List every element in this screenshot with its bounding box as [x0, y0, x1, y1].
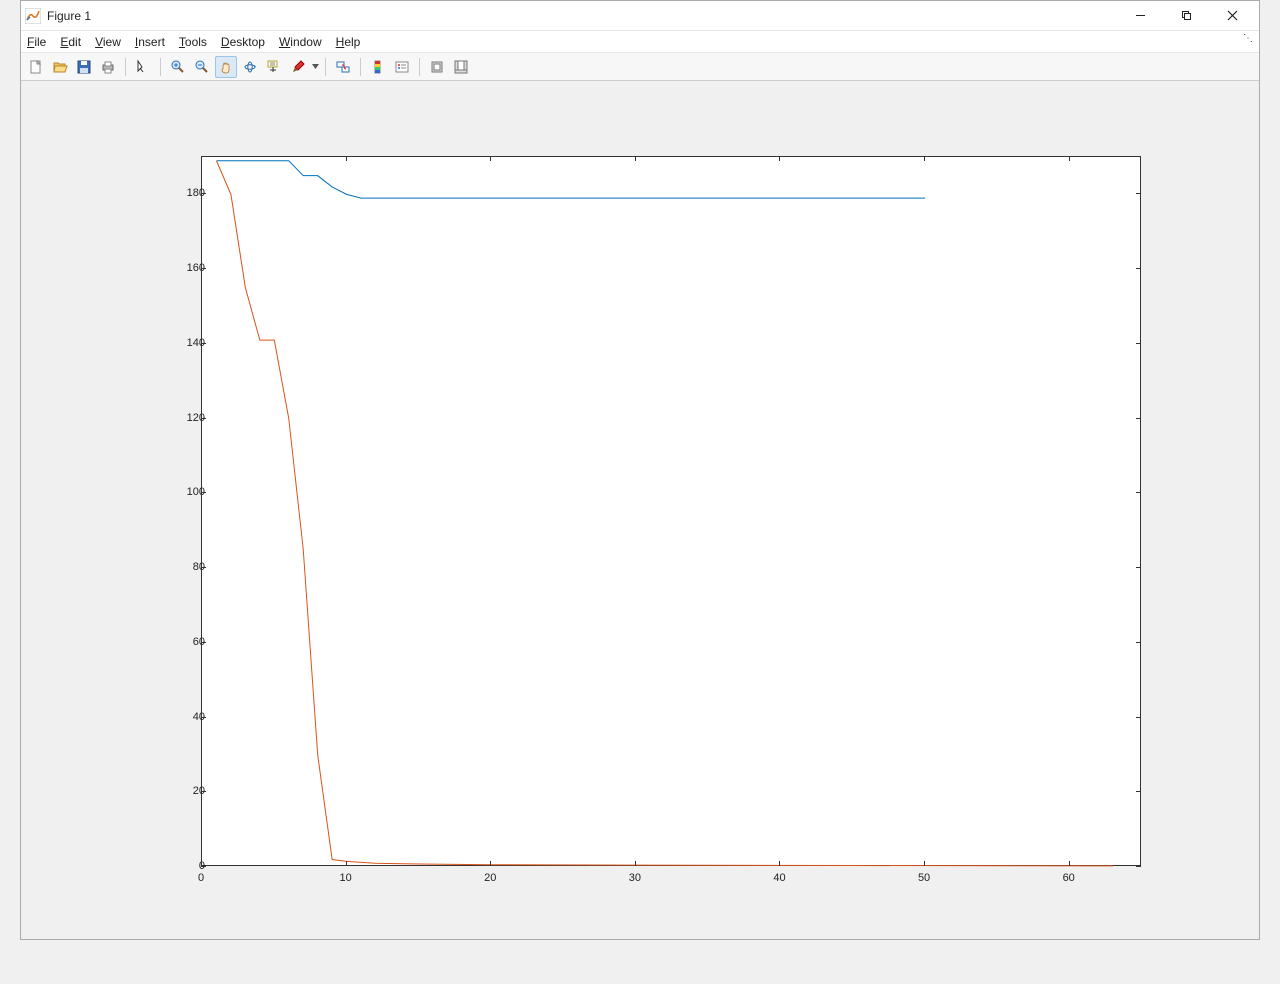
- menu-overflow-icon[interactable]: ⋱: [1243, 33, 1253, 44]
- y-tick: [1136, 567, 1141, 568]
- y-tick: [201, 193, 206, 194]
- y-tick-label: 100: [165, 486, 205, 498]
- plot-lines: [202, 157, 1142, 867]
- menu-desktop[interactable]: Desktop: [221, 35, 265, 49]
- titlebar: Figure 1: [21, 1, 1259, 31]
- y-tick: [1136, 866, 1141, 867]
- zoom-in-button[interactable]: [167, 56, 189, 78]
- y-tick: [201, 791, 206, 792]
- edit-plot-button[interactable]: [132, 56, 154, 78]
- x-tick: [779, 156, 780, 161]
- x-tick-label: 20: [484, 872, 496, 884]
- data-cursor-button[interactable]: [263, 56, 285, 78]
- menu-tools[interactable]: Tools: [179, 35, 207, 49]
- menu-view[interactable]: View: [95, 35, 121, 49]
- y-tick: [201, 567, 206, 568]
- y-tick: [201, 717, 206, 718]
- x-tick: [490, 156, 491, 161]
- toolbar-separator: [325, 58, 326, 76]
- brush-button[interactable]: [287, 56, 309, 78]
- y-tick-label: 40: [165, 711, 205, 723]
- rotate-button[interactable]: [239, 56, 261, 78]
- pan-button[interactable]: [215, 56, 237, 78]
- menu-insert[interactable]: Insert: [135, 35, 165, 49]
- toolbar-separator: [160, 58, 161, 76]
- y-tick: [1136, 268, 1141, 269]
- minimize-button[interactable]: [1117, 1, 1163, 31]
- x-tick-label: 0: [198, 872, 204, 884]
- toolbar-separator: [419, 58, 420, 76]
- y-tick-label: 160: [165, 262, 205, 274]
- menu-file[interactable]: File: [27, 35, 46, 49]
- show-tools-button[interactable]: [450, 56, 472, 78]
- y-tick-label: 60: [165, 636, 205, 648]
- menu-window[interactable]: Window: [279, 35, 322, 49]
- toolbar: [21, 53, 1259, 81]
- axes-container: 0 20 40 60 80 100 120 140 160 180 0 10 20 30 40 50 60: [151, 146, 1151, 926]
- link-plot-button[interactable]: [332, 56, 354, 78]
- x-tick: [346, 156, 347, 161]
- y-tick-label: 140: [165, 337, 205, 349]
- y-tick: [1136, 717, 1141, 718]
- y-tick-label: 180: [165, 187, 205, 199]
- x-tick: [635, 861, 636, 866]
- y-tick: [201, 418, 206, 419]
- brush-dropdown[interactable]: [311, 64, 319, 69]
- x-tick: [635, 156, 636, 161]
- close-button[interactable]: [1209, 1, 1255, 31]
- x-tick-label: 60: [1063, 872, 1075, 884]
- y-tick-label: 0: [165, 860, 205, 872]
- plot-area[interactable]: 0 20 40 60 80 100 120 140 160 180 0 10 20 30 40 50 60: [21, 81, 1259, 939]
- maximize-button[interactable]: [1163, 1, 1209, 31]
- x-tick: [924, 156, 925, 161]
- y-tick: [1136, 343, 1141, 344]
- menu-edit[interactable]: Edit: [60, 35, 81, 49]
- x-tick-label: 30: [629, 872, 641, 884]
- zoom-out-button[interactable]: [191, 56, 213, 78]
- y-tick: [1136, 418, 1141, 419]
- y-tick: [201, 268, 206, 269]
- x-tick: [1069, 156, 1070, 161]
- hide-tools-button[interactable]: [426, 56, 448, 78]
- save-button[interactable]: [73, 56, 95, 78]
- y-tick: [1136, 791, 1141, 792]
- open-button[interactable]: [49, 56, 71, 78]
- print-button[interactable]: [97, 56, 119, 78]
- x-tick: [346, 861, 347, 866]
- x-tick: [201, 156, 202, 161]
- y-tick-label: 80: [165, 561, 205, 573]
- y-tick-label: 120: [165, 412, 205, 424]
- x-tick-label: 50: [918, 872, 930, 884]
- y-tick: [201, 866, 206, 867]
- y-tick: [1136, 193, 1141, 194]
- legend-button[interactable]: [391, 56, 413, 78]
- y-tick: [201, 343, 206, 344]
- toolbar-separator: [360, 58, 361, 76]
- menubar: File Edit View Insert Tools Desktop Wind…: [21, 31, 1259, 53]
- window-title: Figure 1: [47, 9, 91, 23]
- y-tick: [201, 492, 206, 493]
- figure-window: Figure 1 File Edit View Insert Tools Des…: [20, 0, 1260, 940]
- x-tick: [1069, 861, 1070, 866]
- y-tick-label: 20: [165, 785, 205, 797]
- colorbar-button[interactable]: [367, 56, 389, 78]
- toolbar-separator: [125, 58, 126, 76]
- new-figure-button[interactable]: [25, 56, 47, 78]
- y-tick: [201, 642, 206, 643]
- x-tick-label: 10: [339, 872, 351, 884]
- axes[interactable]: [201, 156, 1141, 866]
- x-tick: [201, 861, 202, 866]
- x-tick-label: 40: [773, 872, 785, 884]
- matlab-figure-icon: [25, 8, 41, 24]
- y-tick: [1136, 642, 1141, 643]
- y-tick: [1136, 492, 1141, 493]
- x-tick: [490, 861, 491, 866]
- x-tick: [924, 861, 925, 866]
- x-tick: [779, 861, 780, 866]
- menu-help[interactable]: Help: [336, 35, 361, 49]
